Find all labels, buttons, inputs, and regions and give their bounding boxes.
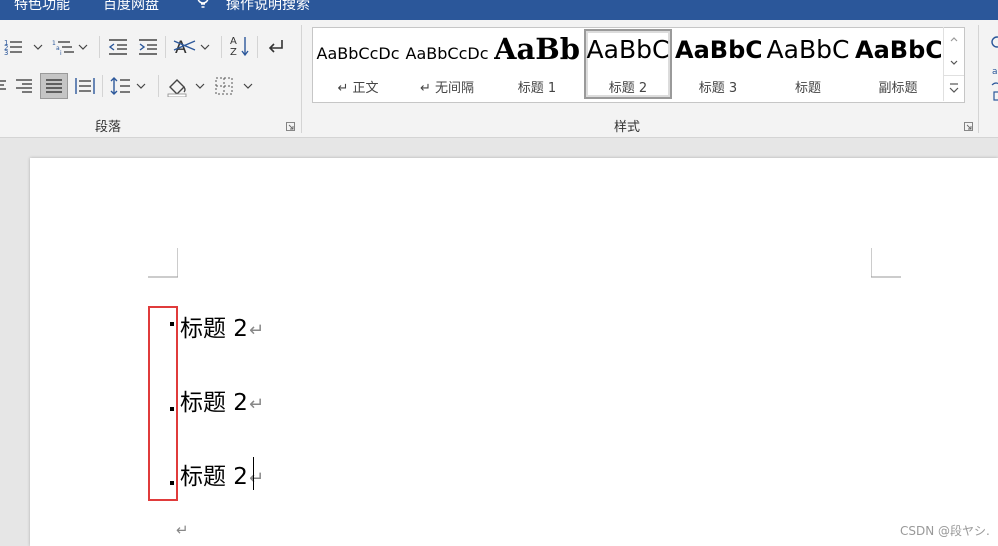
style-name: 副标题 (878, 81, 918, 96)
show-marks-icon[interactable] (266, 37, 286, 57)
style-heading-2[interactable]: AaBbC 标题 2 (584, 29, 672, 99)
style-normal[interactable]: AaBbCcDc ↵ 正文 (315, 30, 401, 98)
crop-mark-top-right (871, 248, 901, 278)
style-preview: AaBb (494, 32, 580, 66)
svg-text:a: a (992, 67, 998, 77)
sort-icon[interactable]: A Z (230, 34, 250, 58)
style-heading-3[interactable]: AaBbC 标题 3 (675, 30, 761, 98)
tell-me-search[interactable]: 操作说明搜索 (226, 0, 310, 14)
bullets-list-icon[interactable]: 1 2 3 (4, 37, 44, 57)
svg-text:Z: Z (230, 47, 237, 58)
justify-button[interactable] (40, 73, 68, 99)
styles-group-label: 样式 (614, 120, 641, 135)
bullet-highlight-annotation (148, 306, 178, 501)
distributed-align-icon[interactable] (74, 76, 96, 96)
styles-dialog-launcher-icon[interactable] (964, 122, 973, 131)
heading-2-line[interactable]: 标题 2↵ (180, 457, 264, 491)
style-preview: AaBbC (586, 35, 670, 64)
svg-text:A: A (175, 38, 187, 58)
line-spacing-icon[interactable] (110, 76, 150, 96)
style-heading-1[interactable]: AaBb 标题 1 (494, 30, 580, 98)
align-left-icon[interactable] (0, 77, 8, 93)
empty-paragraph-mark: ↵ (176, 521, 189, 539)
style-preview: AaBbCcDc (405, 44, 489, 63)
menu-item-features[interactable]: 特色功能 (14, 0, 70, 14)
svg-text:A: A (230, 36, 237, 47)
styles-more-icon[interactable] (944, 75, 964, 100)
style-subtitle[interactable]: AaBbC 副标题 (855, 30, 941, 98)
ribbon: 1 2 3 1 a i A A Z 段落 AaBbCcDc ↵ 正文 AaBbC… (0, 20, 998, 138)
menu-item-baidu-netdisk[interactable]: 百度网盘 (103, 0, 159, 14)
style-preview: AaBbCcDc (316, 44, 400, 63)
styles-gallery: AaBbCcDc ↵ 正文 AaBbCcDc ↵ 无间隔 AaBb 标题 1 A… (312, 27, 965, 103)
justify-icon (46, 79, 62, 93)
heading-2-line[interactable]: 标题 2↵ (180, 309, 264, 343)
heading-text: 标题 2 (180, 464, 248, 490)
increase-indent-icon[interactable] (137, 37, 159, 57)
borders-icon[interactable] (214, 76, 254, 96)
style-title[interactable]: AaBbC 标题 (765, 30, 851, 98)
style-preview: AaBbC (766, 35, 850, 64)
styles-scrollbar (943, 27, 964, 101)
heading-text: 标题 2 (180, 316, 248, 342)
style-name: ↵ 无间隔 (419, 81, 475, 96)
paragraph-group-label: 段落 (95, 120, 122, 135)
style-preview: AaBbC (855, 36, 941, 64)
style-name: 标题 3 (698, 81, 738, 96)
style-name: 标题 (794, 81, 821, 96)
paragraph-dialog-launcher-icon[interactable] (286, 122, 295, 131)
watermark: CSDN @段ヤシ. (900, 524, 990, 538)
chinese-layout-icon[interactable]: A (173, 36, 213, 58)
heading-2-line[interactable]: 标题 2↵ (180, 383, 264, 417)
crop-mark-top-left (148, 248, 178, 278)
paragraph-mark: ↵ (248, 394, 265, 415)
style-preview: AaBbC (675, 36, 761, 64)
style-name: 标题 2 (608, 81, 648, 96)
style-name: 标题 1 (517, 81, 557, 96)
styles-scroll-down-icon[interactable] (944, 51, 964, 75)
paragraph-mark: ↵ (248, 468, 265, 489)
multilevel-list-icon[interactable]: 1 a i (52, 37, 92, 57)
heading-text: 标题 2 (180, 390, 248, 416)
lightbulb-icon (197, 0, 209, 8)
styles-scroll-up-icon[interactable] (944, 27, 964, 51)
style-no-spacing[interactable]: AaBbCcDc ↵ 无间隔 (404, 30, 490, 98)
svg-text:3: 3 (4, 49, 8, 57)
text-cursor (253, 457, 254, 490)
editing-group-icons[interactable]: a (988, 30, 998, 110)
paragraph-mark: ↵ (248, 320, 265, 341)
shading-icon[interactable] (166, 75, 208, 97)
style-name: ↵ 正文 (337, 81, 379, 96)
title-bar: 特色功能 百度网盘 操作说明搜索 (0, 0, 998, 20)
svg-text:i: i (60, 50, 62, 57)
align-right-icon[interactable] (14, 77, 34, 95)
decrease-indent-icon[interactable] (107, 37, 129, 57)
